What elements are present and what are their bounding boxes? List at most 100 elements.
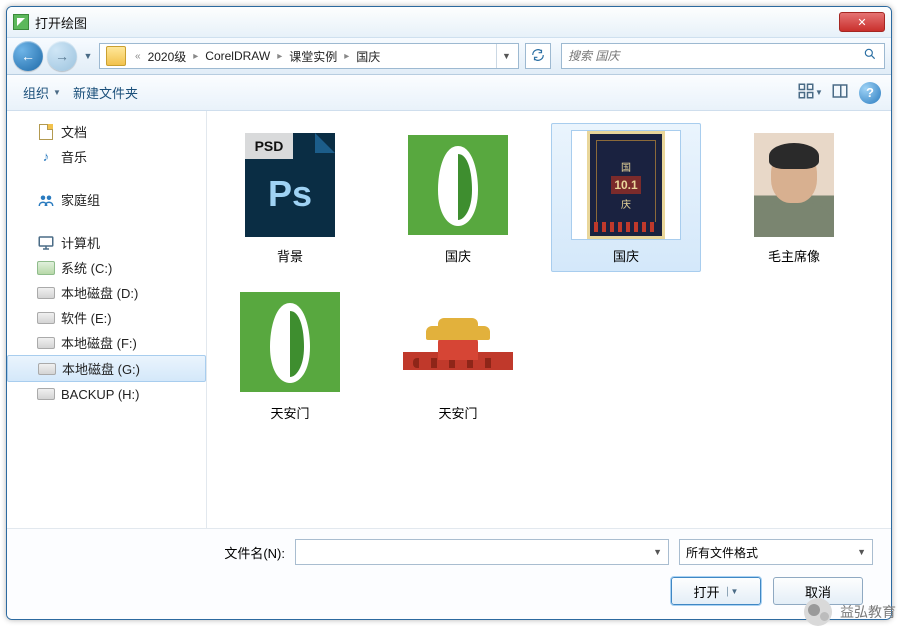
image-thumbnail <box>754 133 834 237</box>
refresh-icon <box>531 48 545 65</box>
chevron-down-icon: ▼ <box>84 51 93 61</box>
file-item[interactable]: 天安门 <box>215 280 365 429</box>
music-icon: ♪ <box>37 148 55 166</box>
drive-icon <box>37 309 55 327</box>
chevron-right-icon: ▸ <box>339 51 354 62</box>
refresh-button[interactable] <box>525 43 551 69</box>
file-label: 毛主席像 <box>768 246 820 265</box>
thumbnails-icon <box>797 82 815 103</box>
drive-icon <box>38 360 56 378</box>
sidebar-drive-item[interactable]: 本地磁盘 (D:) <box>7 280 206 305</box>
sidebar-item-label: 本地磁盘 (F:) <box>61 333 137 352</box>
footer: 文件名(N): ▼ 所有文件格式 ▼ 打开 │▼ 取消 <box>7 528 891 619</box>
nav-history-dropdown[interactable]: ▼ <box>81 41 95 71</box>
breadcrumb-item[interactable]: 2020级 <box>146 48 189 65</box>
filename-combo[interactable]: ▼ <box>295 539 669 565</box>
drive-icon <box>37 259 55 277</box>
file-item[interactable]: 天安门 <box>383 280 533 429</box>
arrow-right-icon: → <box>55 48 69 64</box>
file-label: 天安门 <box>270 403 309 422</box>
app-icon <box>13 14 29 30</box>
sidebar-drive-item[interactable]: BACKUP (H:) <box>7 382 206 406</box>
nav-back-button[interactable]: ← <box>13 41 43 71</box>
image-thumbnail <box>403 314 513 370</box>
sidebar-drive-item[interactable]: 本地磁盘 (F:) <box>7 330 206 355</box>
sidebar-item-label: 本地磁盘 (G:) <box>62 359 140 378</box>
chevron-down-icon: ▼ <box>815 88 823 97</box>
computer-icon <box>37 234 55 252</box>
open-label: 打开 <box>694 582 720 601</box>
psd-file-icon: PSDPs <box>245 133 335 237</box>
sidebar-drive-item[interactable]: 本地磁盘 (G:) <box>7 355 206 382</box>
help-button[interactable]: ? <box>859 82 881 104</box>
breadcrumb-item[interactable]: CorelDRAW <box>203 49 272 63</box>
breadcrumb-overflow[interactable]: « <box>130 51 146 62</box>
sidebar-item-label: 家庭组 <box>61 190 100 209</box>
drive-icon <box>37 334 55 352</box>
file-label: 天安门 <box>438 403 477 422</box>
organize-label: 组织 <box>23 83 49 102</box>
window-title: 打开绘图 <box>35 13 87 32</box>
document-icon <box>37 123 55 141</box>
sidebar-item-label: BACKUP (H:) <box>61 387 140 402</box>
file-item[interactable]: PSDPs背景 <box>215 123 365 272</box>
watermark-text: 益弘教育 <box>840 602 896 622</box>
search-button[interactable] <box>856 44 884 68</box>
dialog-body: 文档 ♪ 音乐 家庭组 计算机 系统 (C:) <box>7 111 891 528</box>
new-folder-button[interactable]: 新建文件夹 <box>67 79 144 106</box>
sidebar: 文档 ♪ 音乐 家庭组 计算机 系统 (C:) <box>7 111 207 528</box>
file-item[interactable]: 国庆 <box>383 123 533 272</box>
coreldraw-file-icon <box>408 135 508 235</box>
sidebar-item-label: 系统 (C:) <box>61 258 112 277</box>
sidebar-item-label: 本地磁盘 (D:) <box>61 283 138 302</box>
preview-pane-button[interactable] <box>829 82 851 104</box>
chevron-down-icon: ▼ <box>857 547 866 557</box>
close-icon: ✕ <box>857 16 866 29</box>
sidebar-item-label: 音乐 <box>61 147 87 166</box>
sidebar-item-label: 软件 (E:) <box>61 308 112 327</box>
sidebar-drive-item[interactable]: 系统 (C:) <box>7 255 206 280</box>
breadcrumb-item[interactable]: 课堂实例 <box>287 48 339 65</box>
chevron-down-icon: ▼ <box>53 88 61 97</box>
toolbar: 组织 ▼ 新建文件夹 ▼ ? <box>7 75 891 111</box>
close-button[interactable]: ✕ <box>839 12 885 32</box>
chevron-down-icon: ▼ <box>502 51 511 61</box>
sidebar-drive-item[interactable]: 软件 (E:) <box>7 305 206 330</box>
drive-icon <box>37 284 55 302</box>
view-mode-button[interactable]: ▼ <box>799 82 821 104</box>
breadcrumb-dropdown[interactable]: ▼ <box>496 44 516 68</box>
sidebar-item-music[interactable]: ♪ 音乐 <box>7 144 206 169</box>
sidebar-item-homegroup[interactable]: 家庭组 <box>7 187 206 212</box>
breadcrumb-item[interactable]: 国庆 <box>354 48 382 65</box>
open-button[interactable]: 打开 │▼ <box>671 577 761 605</box>
arrow-left-icon: ← <box>21 48 35 64</box>
dialog-window: 打开绘图 ✕ ← → ▼ « 2020级 ▸ CorelDRAW ▸ 课堂实例 … <box>6 6 892 620</box>
sidebar-item-documents[interactable]: 文档 <box>7 119 206 144</box>
file-item[interactable]: 毛主席像 <box>719 123 869 272</box>
split-dropdown-icon: │▼ <box>726 587 739 596</box>
organize-menu[interactable]: 组织 ▼ <box>17 79 67 106</box>
breadcrumb[interactable]: « 2020级 ▸ CorelDRAW ▸ 课堂实例 ▸ 国庆 ▼ <box>99 43 519 69</box>
chevron-down-icon: ▼ <box>653 547 662 557</box>
homegroup-icon <box>37 191 55 209</box>
sidebar-item-label: 文档 <box>61 122 87 141</box>
nav-bar: ← → ▼ « 2020级 ▸ CorelDRAW ▸ 课堂实例 ▸ 国庆 ▼ <box>7 37 891 75</box>
nav-forward-button[interactable]: → <box>47 41 77 71</box>
sidebar-item-computer[interactable]: 计算机 <box>7 230 206 255</box>
search-input[interactable] <box>562 49 856 63</box>
coreldraw-file-icon <box>240 292 340 392</box>
preview-pane-icon <box>831 82 849 103</box>
search-box[interactable] <box>561 43 885 69</box>
filetype-combo[interactable]: 所有文件格式 ▼ <box>679 539 873 565</box>
folder-icon <box>106 46 126 66</box>
image-thumbnail: 国10.1庆 <box>587 131 665 239</box>
filename-label: 文件名(N): <box>25 543 285 562</box>
file-label: 国庆 <box>445 246 471 265</box>
file-item[interactable]: 国10.1庆国庆 <box>551 123 701 272</box>
file-grid[interactable]: PSDPs背景国庆国10.1庆国庆毛主席像天安门天安门 <box>207 111 891 528</box>
chevron-right-icon: ▸ <box>272 51 287 62</box>
wechat-icon <box>804 598 832 626</box>
filetype-value: 所有文件格式 <box>686 544 758 561</box>
file-label: 国庆 <box>613 246 639 265</box>
watermark: 益弘教育 <box>804 598 896 626</box>
